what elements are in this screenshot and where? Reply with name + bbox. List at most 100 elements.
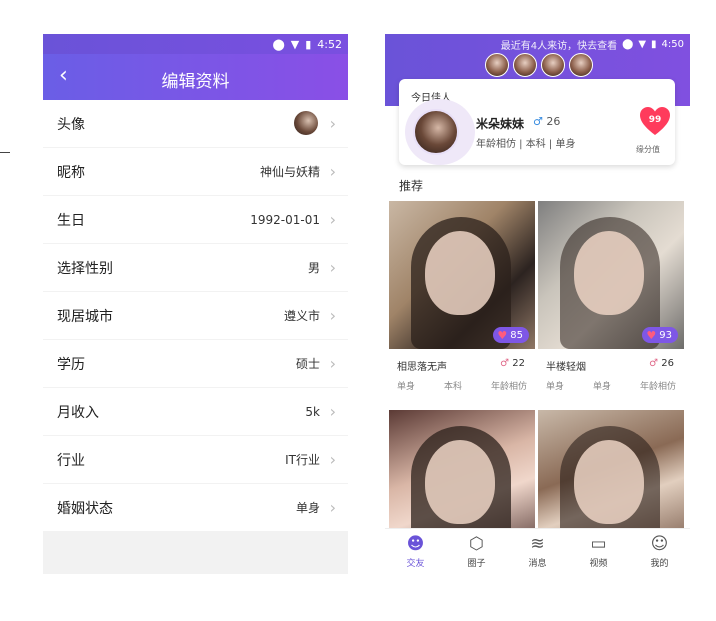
row-label: 婚姻状态 [57, 500, 113, 517]
card-age-value: 26 [546, 115, 561, 128]
row-label: 头像 [57, 116, 85, 133]
chevron-right-icon: › [329, 114, 336, 133]
row-gender[interactable]: 选择性别 男 › [43, 244, 348, 291]
person-icon: ☺ [650, 534, 669, 554]
female-icon: ♂ [500, 358, 510, 369]
avatar [413, 109, 459, 155]
today-pick-card[interactable]: 今日佳人 米朵妹妹 ♂ 26 年龄相仿 | 本科 | 单身 99 缘分值 [399, 79, 675, 165]
profile-tile[interactable] [538, 410, 684, 528]
tab-label: 消息 [528, 559, 547, 569]
score-value: 85 [510, 329, 523, 341]
row-label: 选择性别 [57, 260, 113, 277]
visitor-notice[interactable]: 最近有4人来访，快去查看 [501, 37, 617, 52]
tab-friends[interactable]: ☻ 交友 [385, 529, 446, 574]
page-title: 编辑资料 [161, 72, 230, 92]
tab-messages[interactable]: ≋ 消息 [507, 529, 568, 574]
profile-tile[interactable] [389, 410, 535, 528]
row-avatar[interactable]: 头像 › [43, 100, 348, 147]
profile-photo [538, 410, 684, 528]
tile-name: 半楼轻烟 [546, 362, 586, 373]
location-icon: ⬤ [622, 38, 634, 50]
avatar [541, 53, 565, 77]
chat-face-icon: ☻ [406, 534, 425, 554]
battery-icon: ▮ [305, 37, 312, 51]
row-label: 昵称 [57, 164, 85, 181]
tile-age-value: 26 [661, 358, 674, 369]
row-label: 学历 [57, 356, 85, 373]
photo-face [574, 231, 644, 315]
bottom-tab-bar: ☻ 交友 ⬡ 圈子 ≋ 消息 ▭ 视频 ☺ 我的 [385, 528, 690, 574]
tile-meta: 单身 本科 年龄相仿 [397, 379, 527, 392]
photo-face [574, 440, 644, 524]
score-value: 99 [648, 115, 662, 125]
tile-meta: 单身 单身 年龄相仿 [546, 379, 676, 392]
tile-tag: 年龄相仿 [639, 382, 676, 392]
row-value: 5k [305, 404, 320, 419]
row-city[interactable]: 现居城市 遵义市 › [43, 292, 348, 339]
row-value: IT行业 [285, 453, 320, 467]
home-screen: 最近有4人来访，快去查看 ⬤ ▼ ▮ 4:50 今日佳人 米朵妹妹 ♂ 26 年… [385, 34, 690, 574]
row-marital-status[interactable]: 婚姻状态 单身 › [43, 484, 348, 531]
chevron-right-icon: › [329, 354, 336, 373]
score-label: 缘分值 [636, 145, 660, 154]
visitor-avatars[interactable] [485, 53, 593, 77]
row-value: 硕士 [295, 357, 320, 371]
tab-video[interactable]: ▭ 视频 [568, 529, 629, 574]
status-bar: ⬤ ▼ ▮ 4:52 [43, 34, 348, 54]
profile-tile[interactable]: ♥ 93 半楼轻烟 ♂ 26 单身 单身 年龄相仿 [538, 201, 684, 406]
status-bar: 最近有4人来访，快去查看 ⬤ ▼ ▮ 4:50 [385, 34, 690, 54]
tab-mine[interactable]: ☺ 我的 [629, 529, 690, 574]
row-label: 现居城市 [57, 308, 113, 325]
tile-tag: 单身 [546, 382, 565, 392]
divider-dash [0, 152, 10, 153]
location-icon: ⬤ [272, 37, 285, 51]
chevron-right-icon: › [329, 258, 336, 277]
hexagon-icon: ⬡ [469, 534, 484, 554]
photo-face [425, 231, 495, 315]
row-birthday[interactable]: 生日 1992-01-01 › [43, 196, 348, 243]
row-nickname[interactable]: 昵称 神仙与妖精 › [43, 148, 348, 195]
avatar [513, 53, 537, 77]
male-icon: ♂ [533, 115, 543, 128]
tile-tag: 单身 [397, 382, 416, 392]
tile-age-value: 22 [512, 358, 525, 369]
tile-tag: 本科 [443, 382, 462, 392]
edit-profile-screen: ⬤ ▼ ▮ 4:52 ‹ 编辑资料 头像 › 昵称 神仙与妖精 › 生日 199… [43, 34, 348, 574]
heart-icon: ♥ [497, 328, 508, 342]
row-education[interactable]: 学历 硕士 › [43, 340, 348, 387]
profile-photo: ♥ 93 [538, 201, 684, 349]
row-label: 行业 [57, 452, 85, 469]
tab-label: 交友 [406, 559, 425, 569]
tab-label: 我的 [650, 559, 669, 569]
score-badge: ♥ 85 [493, 327, 529, 343]
row-value: 单身 [295, 501, 320, 515]
score-value: 93 [659, 329, 672, 341]
chevron-right-icon: › [329, 402, 336, 421]
heart-icon: ♥ [646, 328, 657, 342]
layers-icon: ≋ [530, 534, 545, 554]
score-badge: ♥ 93 [642, 327, 678, 343]
heart-icon: 99 [638, 104, 672, 138]
chevron-right-icon: › [329, 306, 336, 325]
card-age: ♂ 26 [533, 115, 560, 128]
avatar [569, 53, 593, 77]
row-industry[interactable]: 行业 IT行业 › [43, 436, 348, 483]
chevron-right-icon: › [329, 210, 336, 229]
profile-tile[interactable]: ♥ 85 相思落无声 ♂ 22 单身 本科 年龄相仿 [389, 201, 535, 406]
row-value: 男 [307, 261, 320, 275]
status-time: 4:50 [661, 38, 684, 50]
card-name: 米朵妹妹 [476, 117, 525, 131]
tab-circle[interactable]: ⬡ 圈子 [446, 529, 507, 574]
tile-name: 相思落无声 [397, 362, 447, 373]
avatar [294, 111, 318, 135]
profile-photo: ♥ 85 [389, 201, 535, 349]
video-icon: ▭ [590, 534, 607, 554]
status-time: 4:52 [317, 37, 342, 51]
tile-tag: 年龄相仿 [490, 382, 527, 392]
wifi-icon: ▼ [638, 38, 647, 50]
female-icon: ♂ [649, 358, 659, 369]
row-value: 神仙与妖精 [259, 165, 320, 179]
row-income[interactable]: 月收入 5k › [43, 388, 348, 435]
card-subtitle: 年龄相仿 | 本科 | 单身 [476, 139, 576, 150]
chevron-right-icon: › [329, 450, 336, 469]
